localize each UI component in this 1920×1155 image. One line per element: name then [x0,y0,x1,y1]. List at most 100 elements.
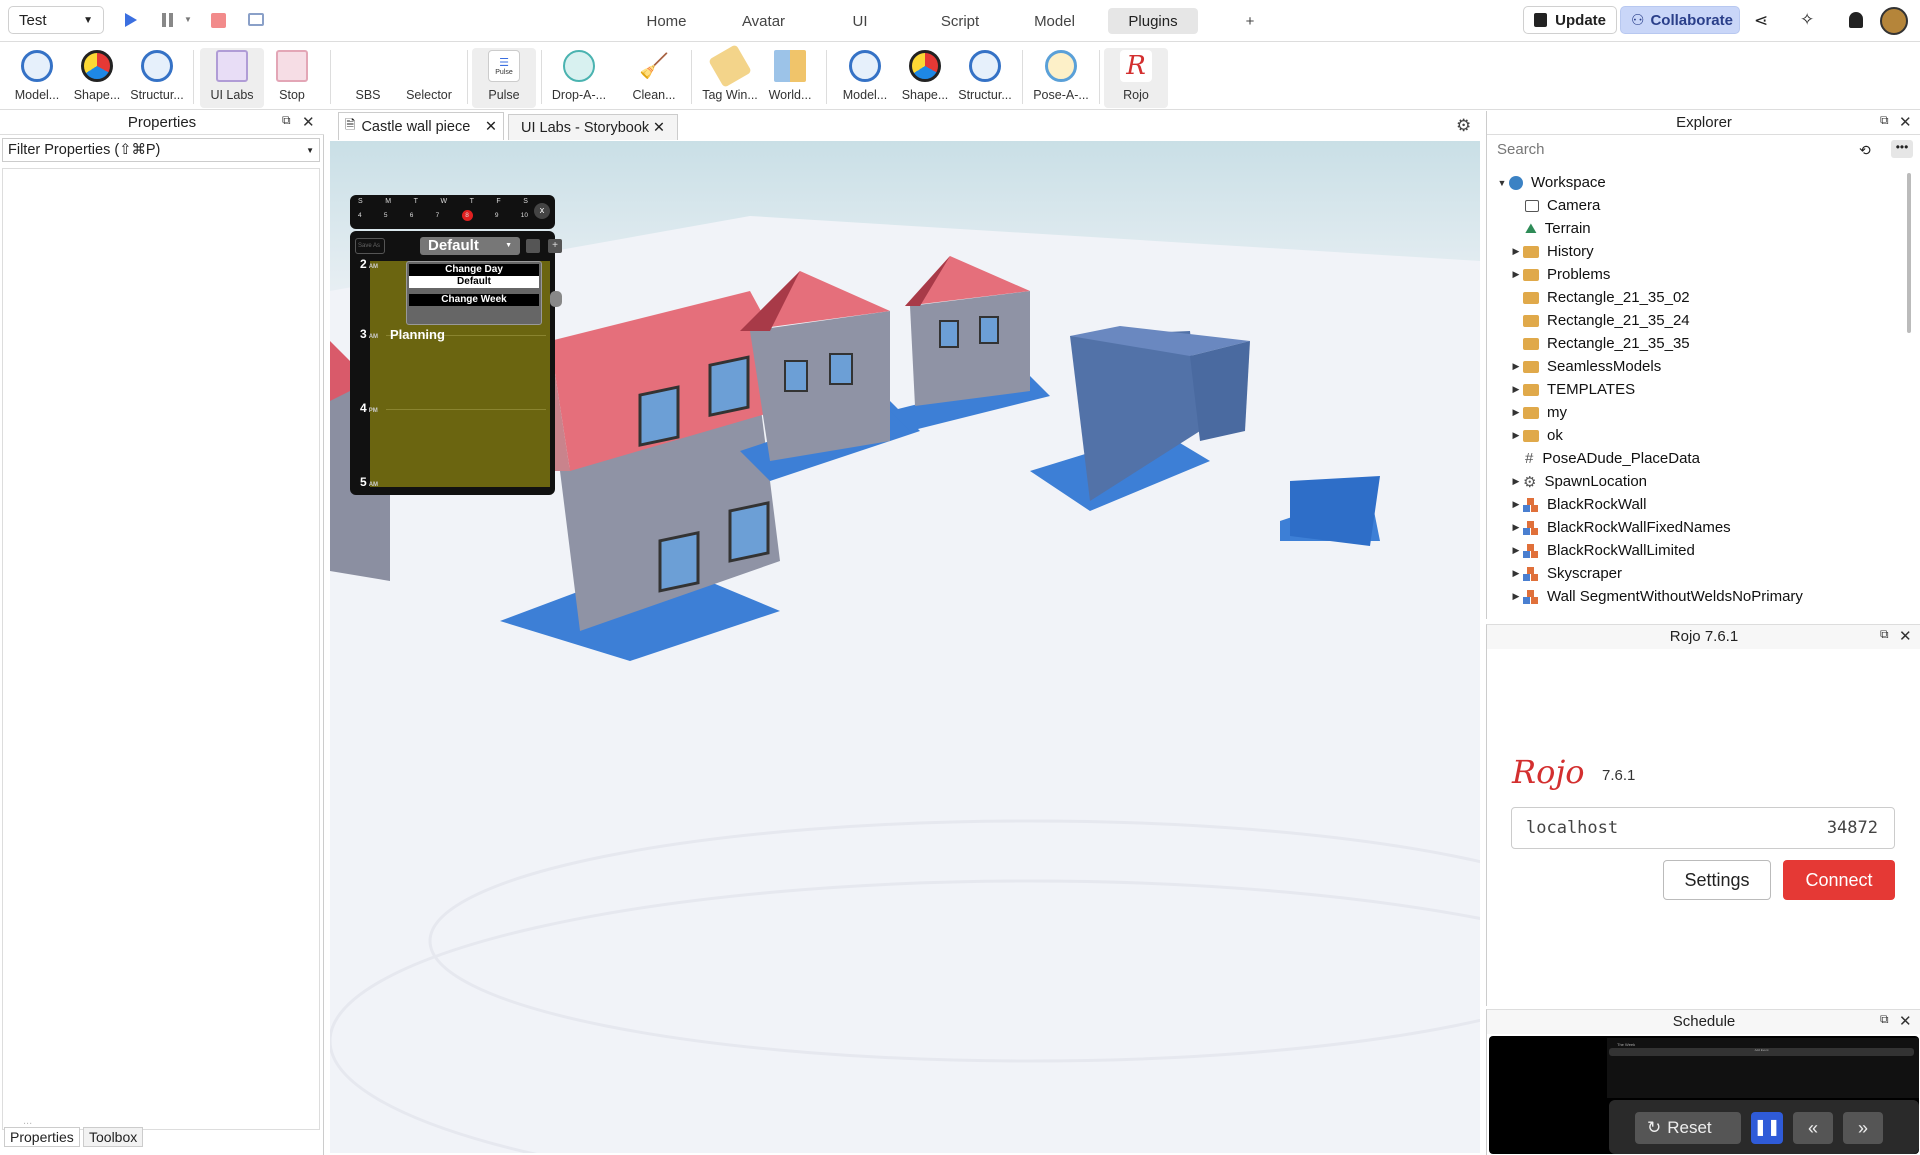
tree-item-problems[interactable]: ▶ Problems [1509,263,1611,286]
collapsed-icon[interactable]: ▶ [1509,568,1523,579]
shape-plugin-2-button[interactable]: Shape... [893,48,957,108]
pause-icon[interactable] [161,13,175,27]
doc-tab-castle-wall-piece[interactable]: 🗎 Castle wall piece ✕ [338,112,504,140]
menu-item-change-day[interactable]: Change Day [409,264,539,276]
share-icon[interactable]: ⋖ [1754,11,1768,31]
structure-plugin-button[interactable]: Structur... [125,48,189,108]
pose-a-dude-button[interactable]: Pose-A-... [1029,48,1093,108]
play-icon[interactable] [124,12,138,28]
collapsed-icon[interactable]: ▶ [1509,476,1523,487]
collapsed-icon[interactable]: ▶ [1509,591,1523,602]
tree-item-blackrockwallfixednames[interactable]: ▶ BlackRockWallFixedNames [1509,516,1731,539]
profile-dropdown[interactable]: Default ▼ [420,237,520,255]
more-icon[interactable]: ••• [1891,140,1913,158]
scrollbar-thumb[interactable] [550,291,562,307]
structure-plugin-2-button[interactable]: Structur... [953,48,1017,108]
gear-icon[interactable]: ⚙ [1456,116,1471,136]
viewport-3d[interactable]: S M T W T F S 4 5 6 7 8 9 10 x Save As Default ▼ + 2… [330,141,1480,1153]
tree-item-terrain[interactable]: ⛰ Terrain [1525,217,1591,240]
tree-item-camera[interactable]: Camera [1525,194,1600,217]
fast-forward-button[interactable]: » [1843,1112,1883,1144]
tree-item-ok[interactable]: ▶ ok [1509,424,1563,447]
close-icon[interactable]: ✕ [653,120,665,136]
close-calendar-button[interactable]: x [534,203,550,219]
tree-item-poseadude-placedata[interactable]: # PoseADude_PlaceData [1525,447,1700,470]
close-icon[interactable]: ✕ [1899,627,1912,645]
event-planning[interactable]: Planning [390,327,445,342]
date-cell[interactable]: 5 [384,212,388,221]
collapsed-icon[interactable]: ▶ [1509,269,1523,280]
date-cell[interactable]: 7 [436,212,440,221]
tab-home[interactable]: Home [634,8,699,34]
date-cell[interactable]: 4 [358,212,362,221]
collapsed-icon[interactable]: ▶ [1509,430,1523,441]
model-plugin-button[interactable]: Model... [5,48,69,108]
export-icon[interactable] [526,239,540,253]
tab-properties[interactable]: Properties [4,1127,80,1147]
save-as-input[interactable]: Save As [355,238,385,254]
tab-ui[interactable]: UI [830,8,890,34]
tab-model[interactable]: Model [1022,8,1087,34]
play-options-chevron-icon[interactable]: ▼ [184,15,192,24]
drop-a-button[interactable]: Drop-A-... [547,48,611,108]
close-icon[interactable]: ✕ [1899,113,1912,131]
tree-item-blackrockwall[interactable]: ▶ BlackRockWall [1509,493,1647,516]
tab-script[interactable]: Script [925,8,995,34]
host-input[interactable]: localhost 34872 [1511,807,1895,849]
close-icon[interactable]: ✕ [485,119,497,135]
close-icon[interactable]: ✕ [1899,1012,1912,1030]
collapsed-icon[interactable]: ▶ [1509,522,1523,533]
reset-button[interactable]: ↻ Reset [1635,1112,1741,1144]
menu-item-default[interactable]: Default [409,276,539,288]
sparkle-icon[interactable]: ✧ [1800,10,1814,30]
add-profile-button[interactable]: + [548,239,562,253]
tree-item-rectangle-35[interactable]: Rectangle_21_35_35 [1523,332,1690,355]
shape-plugin-button[interactable]: Shape... [65,48,129,108]
close-icon[interactable]: ✕ [302,113,315,131]
undock-icon[interactable]: ⧉ [282,113,291,128]
tab-toolbox[interactable]: Toolbox [83,1127,144,1147]
avatar[interactable] [1880,7,1908,35]
tree-item-history[interactable]: ▶ History [1509,240,1594,263]
bell-icon[interactable] [1849,12,1863,28]
model-plugin-2-button[interactable]: Model... [833,48,897,108]
tree-item-blackrockwalllimited[interactable]: ▶ BlackRockWallLimited [1509,539,1695,562]
ui-labs-button[interactable]: UI Labs [200,48,264,108]
undock-icon[interactable]: ⧉ [1880,113,1889,128]
settings-button[interactable]: Settings [1663,860,1771,900]
clean-button[interactable]: 🧹 Clean... [622,48,686,108]
tree-item-rectangle-02[interactable]: Rectangle_21_35_02 [1523,286,1690,309]
collapsed-icon[interactable]: ▶ [1509,361,1523,372]
tree-item-seamlessmodels[interactable]: ▶ SeamlessModels [1509,355,1662,378]
connect-button[interactable]: Connect [1783,860,1895,900]
world-button[interactable]: World... [758,48,822,108]
history-icon[interactable]: ⟲ [1859,142,1871,159]
selector-button[interactable]: Selector [397,48,461,108]
date-cell[interactable]: 9 [495,212,499,221]
collapsed-icon[interactable]: ▶ [1509,499,1523,510]
explorer-scrollbar[interactable] [1907,173,1911,333]
tag-window-button[interactable]: Tag Win... [698,44,762,108]
filter-properties-input[interactable]: Filter Properties (⇧⌘P) ▼ [2,138,320,162]
collapsed-icon[interactable]: ▶ [1509,407,1523,418]
tree-item-skyscraper[interactable]: ▶ Skyscraper [1509,562,1623,585]
mini-add-event[interactable]: Add Event [1609,1048,1914,1056]
date-cell-today[interactable]: 8 [461,210,473,221]
tab-plugins[interactable]: Plugins [1108,8,1198,34]
update-button[interactable]: Update [1523,6,1617,34]
tree-item-wall-segment[interactable]: ▶ Wall SegmentWithoutWeldsNoPrimary [1509,585,1803,608]
rojo-button[interactable]: R Rojo [1104,48,1168,108]
rewind-button[interactable]: « [1793,1112,1833,1144]
pause-button[interactable]: ❚❚ [1751,1112,1783,1144]
tree-item-my[interactable]: ▶ my [1509,401,1567,424]
sbs-button[interactable]: SBS [336,48,400,108]
tree-item-rectangle-24[interactable]: Rectangle_21_35_24 [1523,309,1690,332]
tree-item-templates[interactable]: ▶ TEMPLATES [1509,378,1636,401]
screen-icon[interactable] [248,13,264,26]
date-cell[interactable]: 6 [410,212,414,221]
add-tab-button[interactable]: + [1240,8,1260,34]
tree-item-spawnlocation[interactable]: ▶ ⚙ SpawnLocation [1509,470,1648,493]
collapsed-icon[interactable]: ▶ [1509,246,1523,257]
collapsed-icon[interactable]: ▶ [1509,384,1523,395]
stop-icon[interactable] [211,13,226,28]
